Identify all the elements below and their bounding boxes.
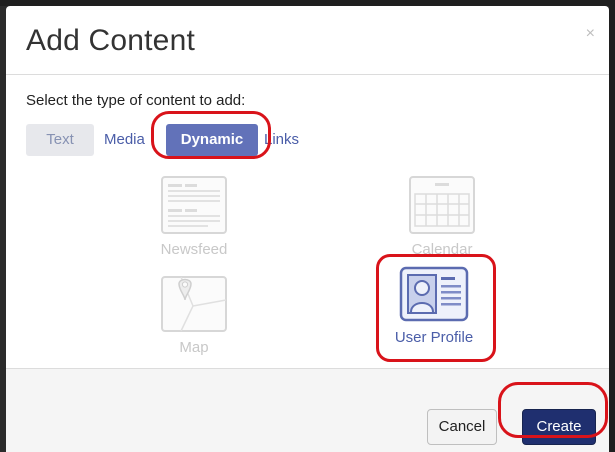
- tab-dynamic[interactable]: Dynamic: [166, 124, 258, 156]
- newsfeed-icon: [161, 176, 227, 239]
- close-icon[interactable]: ×: [586, 26, 595, 42]
- backdrop-right: [609, 0, 615, 452]
- add-content-dialog: Add Content × Select the type of content…: [6, 6, 609, 452]
- map-option[interactable]: Map: [148, 276, 240, 356]
- tab-links[interactable]: Links: [264, 124, 299, 156]
- tab-media[interactable]: Media: [104, 124, 145, 156]
- create-button[interactable]: Create: [522, 409, 596, 445]
- dialog-footer: Cancel Create: [6, 368, 609, 452]
- dialog-title: Add Content: [26, 24, 195, 57]
- calendar-option[interactable]: Calendar: [396, 176, 488, 258]
- tab-text[interactable]: Text: [26, 124, 94, 156]
- calendar-label: Calendar: [411, 241, 473, 258]
- user-profile-option[interactable]: User Profile: [378, 266, 490, 346]
- cancel-button[interactable]: Cancel: [427, 409, 497, 445]
- newsfeed-option[interactable]: Newsfeed: [148, 176, 240, 258]
- map-pin-icon: [161, 276, 227, 337]
- newsfeed-label: Newsfeed: [160, 241, 228, 258]
- user-profile-icon: [399, 266, 469, 327]
- prompt-text: Select the type of content to add:: [26, 92, 246, 109]
- user-profile-label: User Profile: [394, 329, 474, 346]
- calendar-icon: [409, 176, 475, 239]
- dialog-header: Add Content ×: [6, 6, 609, 75]
- map-label: Map: [179, 339, 209, 356]
